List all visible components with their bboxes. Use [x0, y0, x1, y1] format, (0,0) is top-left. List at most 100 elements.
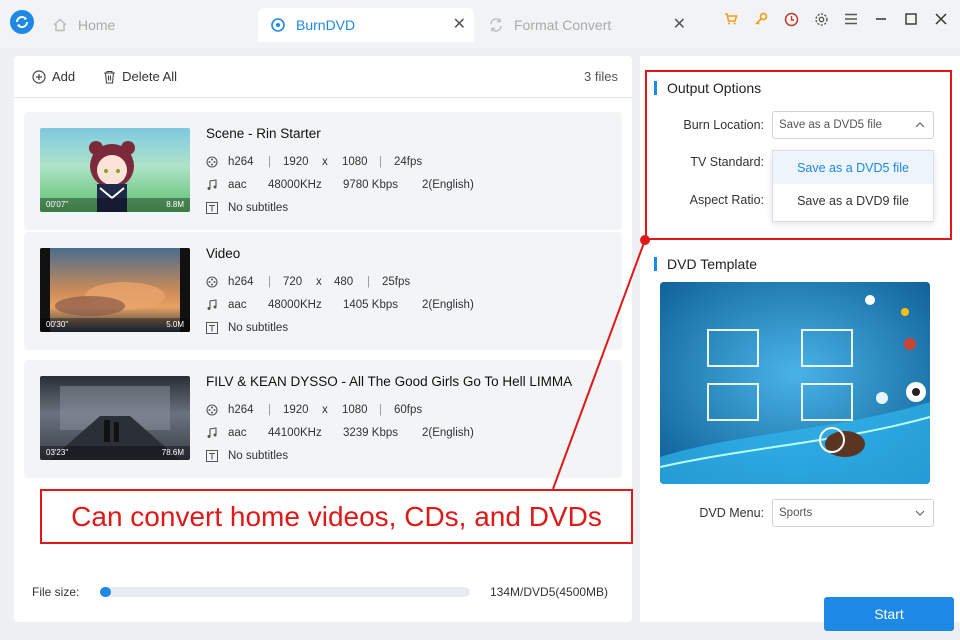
text-icon — [206, 322, 218, 334]
audio-sample-rate: 44100KHz — [268, 427, 322, 439]
app-logo-icon — [10, 10, 34, 34]
video-thumbnail: 03'23'' 78.6M — [40, 376, 190, 460]
music-note-icon — [206, 179, 218, 191]
video-title: FILV & KEAN DYSSO - All The Good Girls G… — [206, 374, 572, 389]
key-icon[interactable] — [752, 10, 770, 28]
tab-burndvd[interactable]: BurnDVD ✕ — [258, 8, 474, 42]
video-item[interactable]: 00'30'' 5.0M Video h264 | 720 x 480 | 25… — [24, 232, 622, 350]
audio-stream-info: aac 48000KHz 9780 Kbps 2(English) — [206, 179, 228, 191]
film-reel-icon — [206, 404, 218, 416]
burn-location-label: Burn Location: — [654, 118, 764, 132]
burn-location-dropdown: Save as a DVD5 file Save as a DVD9 file — [772, 150, 934, 222]
disc-capacity: 134M/DVD5(4500MB) — [490, 585, 608, 599]
video-title: Scene - Rin Starter — [206, 126, 321, 141]
dropdown-option-dvd5[interactable]: Save as a DVD5 file — [773, 151, 933, 184]
tab-format-convert[interactable]: Format Convert ✕ — [488, 8, 694, 42]
film-reel-icon — [206, 276, 218, 288]
dropdown-option-dvd9[interactable]: Save as a DVD9 file — [773, 184, 933, 217]
audio-sample-rate: 48000KHz — [268, 179, 322, 191]
video-width: 1920 — [283, 156, 309, 168]
video-item[interactable]: 03'23'' 78.6M FILV & KEAN DYSSO - All Th… — [24, 360, 622, 478]
cart-icon[interactable] — [722, 10, 740, 28]
audio-bitrate: 3239 Kbps — [343, 427, 398, 439]
film-reel-icon — [206, 156, 218, 168]
title-bar: Home BurnDVD ✕ Format Convert ✕ — [0, 0, 960, 48]
delete-all-label: Delete All — [122, 69, 177, 84]
video-height: 1080 — [342, 156, 368, 168]
close-tab-icon[interactable]: ✕ — [453, 17, 466, 33]
audio-codec: aac — [228, 299, 247, 311]
video-codec: h264 — [228, 404, 254, 416]
audio-sample-rate: 48000KHz — [268, 299, 322, 311]
tab-home[interactable]: Home — [52, 8, 115, 42]
video-fps: 24fps — [394, 156, 422, 168]
subtitle-value: No subtitles — [228, 202, 288, 214]
add-button-label: Add — [52, 69, 75, 84]
chevron-up-icon — [915, 122, 925, 128]
video-title: Video — [206, 246, 240, 261]
disc-icon — [270, 17, 286, 33]
file-size-progress-fill — [100, 587, 111, 597]
resolution-x: x — [322, 156, 328, 168]
gear-icon[interactable] — [812, 10, 830, 28]
window-controls — [722, 10, 950, 28]
convert-icon — [488, 17, 504, 33]
video-stream-info: h264 | 720 x 480 | 25fps — [206, 276, 228, 288]
trash-icon — [103, 70, 116, 84]
audio-bitrate: 1405 Kbps — [343, 299, 398, 311]
menu-icon[interactable] — [842, 10, 860, 28]
audio-stream-info: aac 48000KHz 1405 Kbps 2(English) — [206, 299, 228, 311]
close-icon[interactable] — [932, 10, 950, 28]
add-button[interactable]: Add — [32, 69, 75, 84]
home-icon — [52, 17, 68, 33]
video-width: 1920 — [283, 404, 309, 416]
audio-channels: 2(English) — [422, 179, 474, 191]
video-duration: 00'07'' — [46, 200, 68, 209]
audio-codec: aac — [228, 179, 247, 191]
subtitle-info[interactable]: No subtitles — [206, 202, 228, 214]
video-codec: h264 — [228, 276, 254, 288]
video-size: 5.0M — [166, 320, 184, 329]
annotation-caption: Can convert home videos, CDs, and DVDs — [40, 489, 633, 544]
tv-standard-label: TV Standard: — [654, 155, 764, 169]
video-thumbnail: 00'07'' 8.8M — [40, 128, 190, 212]
output-options-title: Output Options — [654, 81, 761, 95]
video-duration: 03'23'' — [46, 448, 68, 457]
aspect-ratio-label: Aspect Ratio: — [654, 193, 764, 207]
plus-circle-icon — [32, 70, 46, 84]
update-icon[interactable] — [782, 10, 800, 28]
burn-location-select[interactable]: Save as a DVD5 file — [772, 111, 934, 139]
file-toolbar: Add Delete All 3 files — [14, 56, 632, 98]
video-size: 78.6M — [162, 448, 184, 457]
dvd-menu-select[interactable]: Sports — [772, 499, 934, 527]
music-note-icon — [206, 427, 218, 439]
dvd-template-preview[interactable] — [660, 282, 930, 484]
video-item[interactable]: 00'07'' 8.8M Scene - Rin Starter h264 | … — [24, 112, 622, 230]
text-icon — [206, 450, 218, 462]
tab-home-label: Home — [78, 17, 115, 33]
video-height: 1080 — [342, 404, 368, 416]
dvd-menu-value: Sports — [779, 507, 812, 519]
subtitle-value: No subtitles — [228, 322, 288, 334]
chevron-down-icon — [915, 510, 925, 516]
resolution-x: x — [322, 404, 328, 416]
music-note-icon — [206, 299, 218, 311]
start-button[interactable]: Start — [824, 597, 954, 631]
delete-all-button[interactable]: Delete All — [103, 69, 177, 84]
file-size-progress-bar — [100, 587, 470, 597]
subtitle-info[interactable]: No subtitles — [206, 322, 228, 334]
video-codec: h264 — [228, 156, 254, 168]
video-width: 720 — [283, 276, 302, 288]
dvd-template-title: DVD Template — [654, 257, 757, 271]
video-stream-info: h264 | 1920 x 1080 | 60fps — [206, 404, 228, 416]
file-size-label: File size: — [32, 585, 79, 599]
subtitle-info[interactable]: No subtitles — [206, 450, 228, 462]
audio-stream-info: aac 44100KHz 3239 Kbps 2(English) — [206, 427, 228, 439]
video-stream-info: h264 | 1920 x 1080 | 24fps — [206, 156, 228, 168]
audio-channels: 2(English) — [422, 427, 474, 439]
minimize-icon[interactable] — [872, 10, 890, 28]
audio-channels: 2(English) — [422, 299, 474, 311]
maximize-icon[interactable] — [902, 10, 920, 28]
video-size: 8.8M — [166, 200, 184, 209]
close-tab-icon[interactable]: ✕ — [673, 17, 686, 33]
